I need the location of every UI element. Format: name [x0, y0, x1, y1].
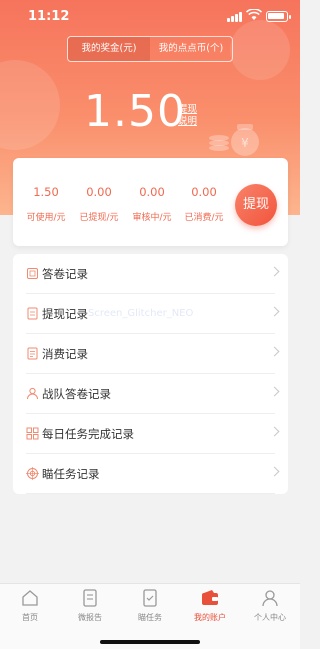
stat-value: 1.50: [33, 185, 59, 199]
money-bag-illustration-icon: ¥: [209, 124, 259, 156]
report-icon: [83, 589, 97, 607]
answer-sheet-icon: [27, 268, 38, 279]
list-item-label: 消费记录: [42, 347, 88, 361]
tab-label: 首页: [22, 613, 38, 622]
withdraw-doc-icon: [27, 307, 38, 320]
list-item-consume-records[interactable]: 消费记录: [13, 334, 288, 374]
target-icon: [26, 467, 39, 480]
withdraw-explain-link[interactable]: 提现说明: [178, 104, 200, 128]
tab-label: 微报告: [78, 613, 102, 622]
consume-doc-icon: [27, 347, 38, 360]
home-icon: [22, 590, 38, 606]
list-item-answer-records[interactable]: 答卷记录: [13, 254, 288, 294]
wifi-icon: [246, 9, 262, 20]
list-item-label: 提现记录: [42, 307, 88, 321]
tab-label: 我的账户: [194, 613, 226, 622]
stat-label: 可使用/元: [26, 213, 66, 223]
tab-my-account[interactable]: 我的账户: [180, 588, 240, 623]
tab-label: 瞄任务: [138, 613, 162, 622]
battery-icon: [266, 11, 291, 22]
status-time: 11:12: [28, 9, 70, 24]
divider: [26, 493, 275, 494]
tab-task[interactable]: 瞄任务: [120, 588, 180, 623]
tab-bonus[interactable]: 我的奖金(元): [68, 37, 150, 61]
status-bar: 11:12: [0, 0, 300, 34]
stat-label: 已消费/元: [184, 213, 224, 223]
decor-circle: [0, 60, 60, 150]
list-item-daily-task-records[interactable]: 每日任务完成记录: [13, 414, 288, 454]
stat-withdrawn: 0.00 已提现/元: [71, 158, 127, 223]
signal-icon: [227, 12, 242, 22]
chevron-right-icon: [269, 306, 280, 317]
list-item-target-task-records[interactable]: 瞄任务记录: [13, 454, 288, 494]
home-indicator: [100, 640, 200, 644]
chevron-right-icon: [269, 466, 280, 477]
tab-label: 个人中心: [254, 613, 286, 622]
task-icon: [143, 589, 157, 607]
stat-label: 已提现/元: [79, 213, 119, 223]
grid-icon: [26, 427, 39, 440]
tab-report[interactable]: 微报告: [60, 588, 120, 623]
tab-profile[interactable]: 个人中心: [240, 588, 300, 623]
stat-consumed: 0.00 已消费/元: [176, 158, 232, 223]
withdraw-button[interactable]: 提现: [235, 184, 277, 226]
svg-text:¥: ¥: [241, 136, 249, 150]
chevron-right-icon: [269, 266, 280, 277]
tab-home[interactable]: 首页: [0, 588, 60, 623]
stat-value: 0.00: [86, 185, 112, 199]
currency-segmented-control: 我的奖金(元) 我的点点币(个): [67, 36, 233, 62]
chevron-right-icon: [269, 386, 280, 397]
stat-value: 0.00: [191, 185, 217, 199]
list-item-label: 每日任务完成记录: [42, 427, 134, 441]
wallet-icon: [202, 590, 218, 605]
balance-amount: 1.50: [84, 86, 186, 137]
team-person-icon: [27, 387, 38, 400]
person-icon: [262, 590, 278, 607]
stats-card: 1.50 可使用/元 0.00 已提现/元 0.00 审核中/元 0.00 已消…: [13, 158, 288, 246]
tab-coins[interactable]: 我的点点币(个): [150, 37, 232, 61]
stat-label: 审核中/元: [132, 213, 172, 223]
list-item-label: 瞄任务记录: [42, 467, 100, 481]
list-item-label: 答卷记录: [42, 267, 88, 281]
stat-available: 1.50 可使用/元: [18, 158, 74, 223]
watermark-text: Screen_Glitcher_NEO: [88, 308, 194, 319]
stat-reviewing: 0.00 审核中/元: [124, 158, 180, 223]
chevron-right-icon: [269, 346, 280, 357]
list-item-team-records[interactable]: 战队答卷记录: [13, 374, 288, 414]
records-list: 答卷记录 提现记录 消费记录 战队答卷记录 每日任务完成记录 瞄任务记录: [13, 254, 288, 494]
stat-value: 0.00: [139, 185, 165, 199]
chevron-right-icon: [269, 426, 280, 437]
list-item-label: 战队答卷记录: [42, 387, 111, 401]
